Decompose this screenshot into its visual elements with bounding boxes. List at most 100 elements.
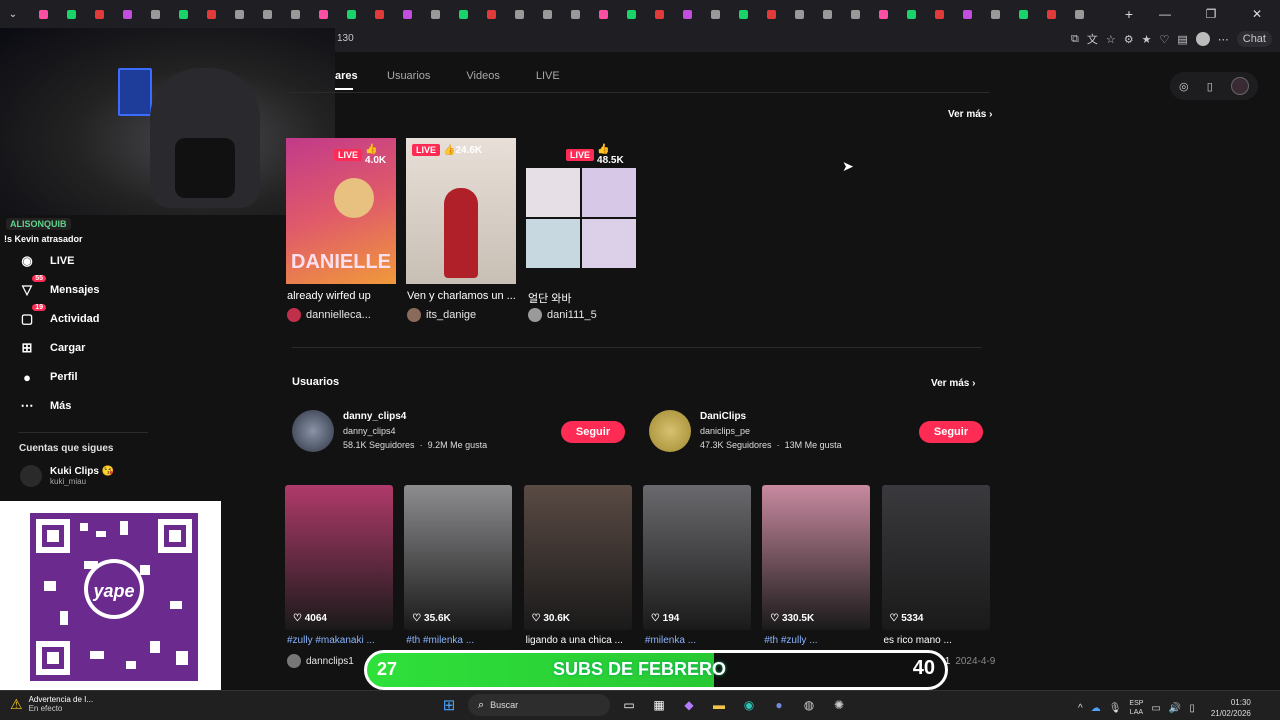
browser-tab[interactable] [954,5,980,23]
browser-tab[interactable] [86,5,112,23]
heart-icon[interactable]: ♡ [1159,33,1169,46]
browser-tab[interactable] [338,5,364,23]
chevron-up-icon[interactable]: ^ [1078,703,1083,714]
open-in-app-icon[interactable]: ⧉ [1071,33,1079,46]
taskbar-search[interactable]: ⌕ Buscar [468,694,610,716]
browser-tab[interactable] [1038,5,1064,23]
sidebar-item-following[interactable]: Kuki Clips 😘 kuki_miau [20,465,114,487]
live-card[interactable]: LIVE 👍48.5K [526,138,636,284]
browser-tab[interactable] [310,5,336,23]
browser-tab[interactable] [30,5,56,23]
discord-icon[interactable]: ● [768,694,790,716]
browser-tab[interactable] [366,5,392,23]
language-indicator[interactable]: ESP LAA [1129,699,1143,717]
follow-button[interactable]: Seguir [919,421,983,443]
copilot-icon[interactable]: ◆ [678,694,700,716]
avatar[interactable] [292,410,334,452]
live-caption[interactable]: Ven y charlamos un ... [407,290,516,302]
browser-tab[interactable] [1010,5,1036,23]
follow-button[interactable]: Seguir [561,421,625,443]
close-window-button[interactable]: ✕ [1234,0,1280,28]
video-card[interactable]: ♡ 30.6K [523,485,632,630]
live-author[interactable]: its_danige [407,308,476,322]
sidebar-item-más[interactable]: ⋯ Más [18,397,100,415]
browser-tab[interactable] [422,5,448,23]
video-card[interactable]: ♡ 194 [642,485,751,630]
sidebar-item-live[interactable]: ◉ LIVE [18,252,100,270]
notification-widget[interactable]: ⚠ Advertencia de I... En efecto [10,695,93,713]
browser-tab[interactable] [1066,5,1092,23]
coin-icon[interactable]: ◎ [1179,80,1189,93]
live-author[interactable]: dannielleca... [287,308,371,322]
video-card[interactable]: ♡ 5334 [881,485,990,630]
users-ver-mas-link[interactable]: Ver más › [931,378,975,389]
browser-tab[interactable] [226,5,252,23]
browser-tab[interactable] [618,5,644,23]
user-name[interactable]: danny_clips4 [343,411,406,422]
menu-dots-icon[interactable]: ⋯ [1218,33,1229,46]
video-caption[interactable]: #th #zully ... [764,635,817,646]
video-caption[interactable]: #zully #makanaki ... [287,635,375,646]
edge-icon[interactable]: ◉ [738,694,760,716]
tab-live[interactable]: LIVE [536,70,560,90]
file-explorer-icon[interactable]: ▬ [708,694,730,716]
live-caption[interactable]: already wirfed up [287,290,371,302]
url-text[interactable]: 130 [337,33,354,44]
browser-tab[interactable] [814,5,840,23]
extensions-icon[interactable]: ⚙ [1124,33,1134,46]
task-view-icon[interactable]: ▭ [618,694,640,716]
live-author[interactable]: dani111_5 [528,308,597,322]
address-bar[interactable]: 130 ⧉ 文 ☆ ⚙ ★ ♡ ▤ ⋯ Chat [335,28,1280,52]
browser-tab[interactable] [842,5,868,23]
browser-tab[interactable] [254,5,280,23]
browser-tab[interactable] [786,5,812,23]
live-ver-mas-link[interactable]: Ver más › [948,109,992,120]
sidebar-item-perfil[interactable]: ● Perfil [18,368,100,386]
translate-icon[interactable]: 文 [1087,31,1098,47]
browser-tab[interactable] [282,5,308,23]
user-avatar[interactable] [1230,77,1249,95]
browser-tab[interactable] [674,5,700,23]
windows-start-icon[interactable]: ⊞ [438,694,460,716]
browser-tab[interactable] [58,5,84,23]
video-card[interactable]: ♡ 35.6K [404,485,513,630]
browser-tab[interactable] [898,5,924,23]
tab-videos[interactable]: Videos [466,70,499,90]
browser-tab[interactable] [758,5,784,23]
tab-list-chevron-icon[interactable]: ⌄ [0,5,26,23]
avatar[interactable] [649,410,691,452]
store-icon[interactable]: ▦ [648,694,670,716]
tab-principales[interactable]: ares [335,70,358,90]
battery-icon[interactable]: ▯ [1189,703,1195,714]
favorites-icon[interactable]: ★ [1142,33,1152,46]
video-card[interactable]: ♡ 330.5K [762,485,871,630]
browser-tab[interactable] [926,5,952,23]
copilot-chat-button[interactable]: Chat [1236,31,1272,47]
video-caption[interactable]: #milenka ... [645,635,696,646]
user-name[interactable]: DaniClips [700,411,746,422]
browser-tab[interactable] [534,5,560,23]
settings-app-icon[interactable]: ✺ [828,694,850,716]
tab-usuarios[interactable]: Usuarios [387,70,430,90]
favorite-star-icon[interactable]: ☆ [1106,33,1116,46]
maximize-button[interactable]: ❐ [1188,0,1234,28]
browser-tab[interactable] [870,5,896,23]
sidebar-item-mensajes[interactable]: ▽ 55 Mensajes [18,275,100,299]
video-caption[interactable]: ligando a una chica ... [526,635,623,646]
browser-tab[interactable] [142,5,168,23]
live-caption[interactable]: 얼단 와바 [528,290,572,306]
network-icon[interactable]: ▭ [1151,703,1160,714]
browser-tab[interactable] [450,5,476,23]
browser-tab[interactable] [114,5,140,23]
onedrive-icon[interactable]: ☁ [1091,703,1101,714]
obs-icon[interactable]: ◍ [798,694,820,716]
browser-tab[interactable] [562,5,588,23]
microphone-icon[interactable]: 🎙 [1109,703,1122,714]
browser-tab[interactable] [702,5,728,23]
browser-tab[interactable] [982,5,1008,23]
live-card[interactable]: DANIELLE LIVE 👍4.0K [286,138,396,284]
device-icon[interactable]: ▯ [1207,80,1213,93]
browser-tab[interactable] [506,5,532,23]
video-card[interactable]: ♡ 4064 [285,485,393,630]
browser-tab[interactable] [198,5,224,23]
